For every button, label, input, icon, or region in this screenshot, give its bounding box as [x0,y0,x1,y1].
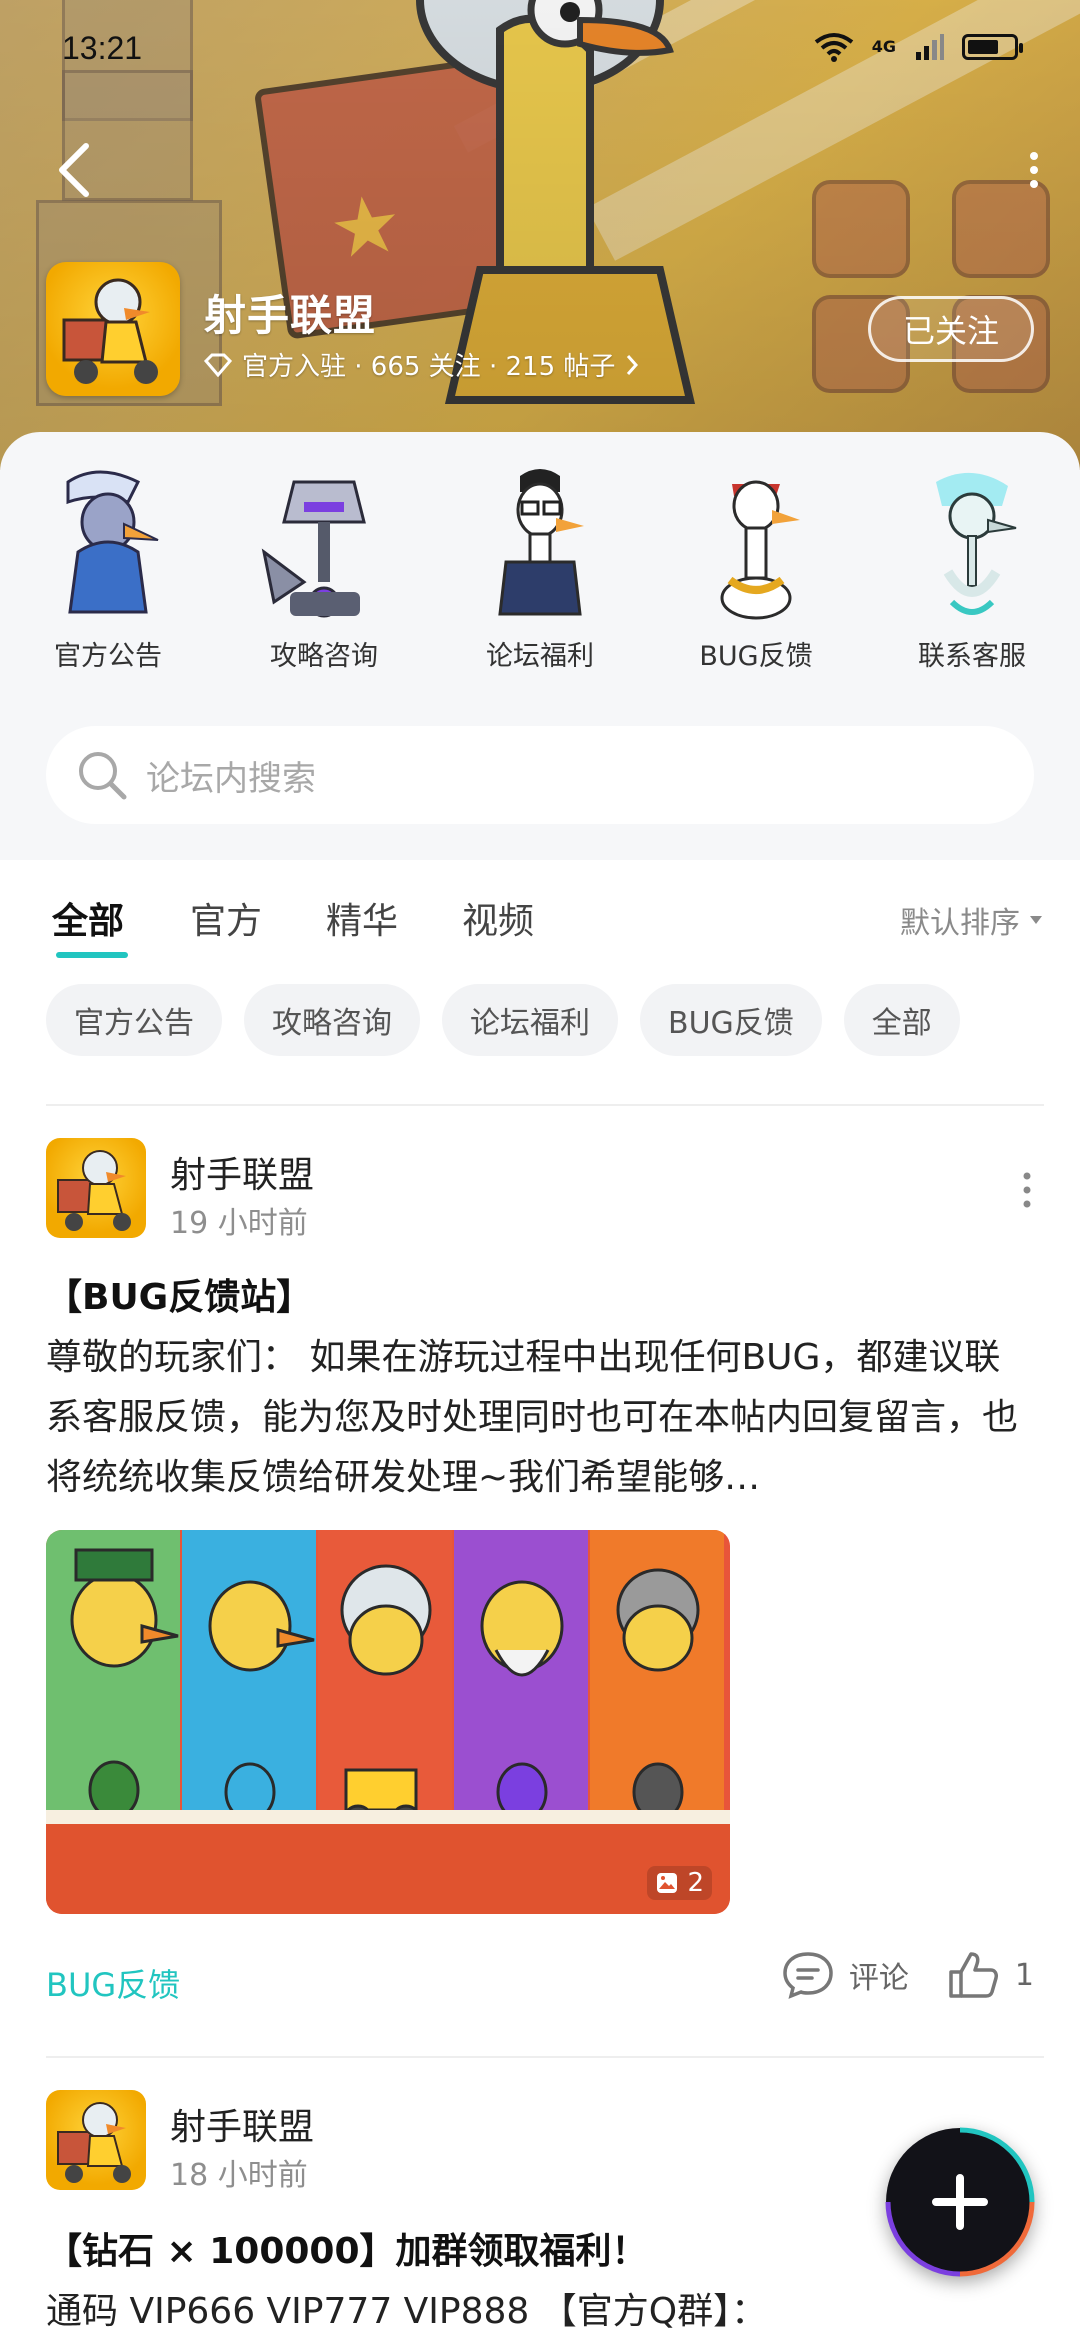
post-time: 18 小时前 [170,2158,308,2193]
fab-gradient-ring [885,2127,1035,2277]
quick-nav-label: 官方公告 [54,641,162,672]
post-time: 19 小时前 [170,1206,308,1241]
tab-all[interactable]: 全部 [52,892,124,944]
wifi-icon [814,33,853,62]
forum-meta[interactable]: 官方入驻 · 665 关注 · 215 帖子 [204,346,639,383]
image-count: 2 [687,1868,704,1898]
tab-official[interactable]: 官方 [190,892,262,944]
status-time: 13:21 [62,30,143,66]
forum-banner: ★ [0,0,1080,470]
robot-character-icon [261,480,366,618]
active-tab-indicator [56,952,128,958]
sort-dropdown[interactable]: 默认排序 [900,898,1044,942]
network-type: 4G [871,37,896,56]
post-body[interactable]: 通码 VIP666 VIP777 VIP888 【官方Q群】： [46,2282,1036,2340]
quick-nav-label: 联系客服 [918,641,1026,672]
post-author[interactable]: 射手联盟 [170,2098,314,2150]
like-count: 1 [1014,1957,1034,1993]
pelican-character-icon [66,470,159,614]
forum-name: 射手联盟 [204,291,377,340]
chip-bug-report[interactable]: BUG反馈 [640,984,822,1056]
chevron-right-icon [627,354,639,375]
sort-label: 默认排序 [900,906,1020,941]
post-more-icon[interactable] [1020,1170,1034,1210]
forum-stats: 官方入驻 · 665 关注 · 215 帖子 [242,352,616,382]
skeleton-character-icon [936,472,1017,615]
chip-announcements[interactable]: 官方公告 [46,984,222,1056]
post-title[interactable]: 【钻石 × 100000】加群领取福利！ [46,2222,648,2274]
quick-nav-label: 攻略咨询 [270,641,378,672]
like-button[interactable]: 1 [947,1950,1034,2000]
more-options-icon[interactable] [1024,150,1044,190]
post-title[interactable]: 【BUG反馈站】 [46,1268,312,1320]
comment-button[interactable]: 评论 [781,1950,909,2000]
status-bar: 13:21 4G [62,30,1023,70]
forum-logo [46,262,180,396]
author-avatar[interactable] [46,1138,146,1238]
quick-nav-benefits[interactable]: 论坛福利 [432,462,648,673]
goose-glasses-character-icon [498,469,584,616]
back-icon[interactable] [52,140,96,200]
comment-icon [783,1952,833,1999]
quick-nav-announcements[interactable]: 官方公告 [0,462,216,673]
post-actions: 评论 1 [781,1950,1034,2000]
quick-nav-bug-report[interactable]: BUG反馈 [648,462,864,673]
post-body[interactable]: 尊敬的玩家们： 如果在游玩过程中出现任何BUG，都建议联系客服反馈，能为您及时处… [46,1328,1036,1508]
feed-tabs: 全部 官方 精华 视频 默认排序 [0,860,1080,980]
post-image[interactable]: 2 [46,1530,730,1914]
follow-button[interactable]: 已关注 [868,296,1034,362]
signal-icon [916,34,944,60]
comment-label: 评论 [848,1961,909,1996]
post-tag[interactable]: BUG反馈 [46,1960,180,2006]
quick-nav-label: BUG反馈 [699,641,813,672]
image-count-badge: 2 [647,1866,712,1900]
quick-nav: 官方公告 攻略咨询 论坛福利 BUG反馈 联系客服 [0,462,1080,673]
thumbs-up-icon [949,1952,998,1998]
tab-featured[interactable]: 精华 [326,892,398,944]
image-icon [657,1873,678,1893]
divider [46,1104,1044,1106]
triangle-down-icon [1030,916,1042,924]
goose-headband-character-icon [720,480,800,620]
battery-icon [962,34,1023,60]
quick-nav-label: 论坛福利 [486,641,594,672]
quick-nav-support[interactable]: 联系客服 [864,462,1080,673]
author-avatar[interactable] [46,2090,146,2190]
create-post-button[interactable] [885,2127,1035,2277]
diamond-icon [204,353,232,377]
chip-all[interactable]: 全部 [843,984,960,1056]
chip-guides[interactable]: 攻略咨询 [244,984,420,1056]
quick-nav-panel: 官方公告 攻略咨询 论坛福利 BUG反馈 联系客服 论坛内搜索 [0,432,1080,860]
tab-video[interactable]: 视频 [462,892,534,944]
search-icon [79,752,127,800]
chip-benefits[interactable]: 论坛福利 [442,984,618,1056]
post-author[interactable]: 射手联盟 [170,1146,314,1198]
quick-nav-guides[interactable]: 攻略咨询 [216,462,432,673]
search-bar[interactable]: 论坛内搜索 [46,726,1034,824]
divider [46,2056,1044,2058]
search-input[interactable]: 论坛内搜索 [146,751,316,800]
category-chips: 官方公告 攻略咨询 论坛福利 BUG反馈 全部 [46,984,960,1056]
